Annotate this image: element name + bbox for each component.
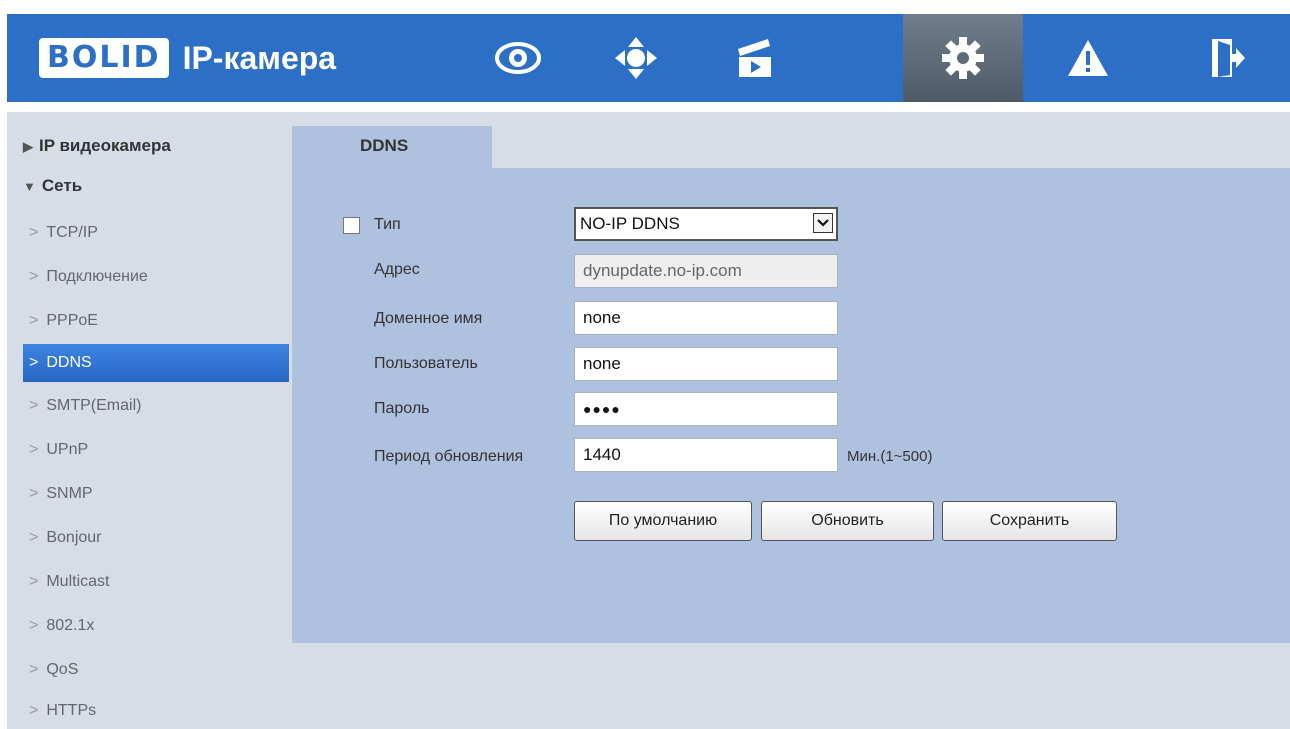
settings-tab[interactable]: [903, 14, 1023, 102]
top-header: BOLID IP-камера: [7, 14, 1290, 102]
sidebar-item-label: HTTPs: [46, 702, 97, 719]
sidebar-item-label: QoS: [46, 661, 79, 678]
chevron-right-icon: >: [29, 529, 39, 546]
sidebar-item-label: DDNS: [46, 354, 92, 371]
sidebar-item-pppoe[interactable]: > PPPoE: [23, 303, 289, 339]
tab-ddns[interactable]: DDNS: [292, 126, 492, 170]
sidebar-item-label: Multicast: [46, 573, 110, 590]
alarm-tab[interactable]: [1029, 14, 1147, 102]
settings-gear-icon: [942, 37, 984, 79]
chevron-right-icon: >: [29, 573, 39, 590]
sidebar-item-label: TCP/IP: [46, 224, 98, 241]
type-label: Тип: [374, 216, 401, 233]
domain-name-field[interactable]: none: [574, 301, 838, 335]
ptz-icon: [615, 37, 657, 79]
sidebar-item-label: Подключение: [46, 268, 148, 285]
domain-name-label: Доменное имя: [374, 310, 483, 327]
eye-icon: [495, 42, 541, 74]
sidebar-item-bonjour[interactable]: > Bonjour: [23, 520, 289, 556]
triangle-right-icon: ▶: [23, 139, 33, 154]
username-label: Пользователь: [374, 355, 478, 372]
ddns-type-select[interactable]: NO-IP DDNS: [574, 207, 838, 241]
update-period-label: Период обновления: [374, 448, 524, 465]
playback-tab[interactable]: [695, 14, 813, 102]
app-logo: BOLID IP-камера: [39, 36, 336, 80]
address-label: Адрес: [374, 261, 420, 278]
chevron-right-icon: >: [29, 661, 39, 678]
enable-ddns-checkbox[interactable]: [343, 217, 360, 234]
username-field[interactable]: none: [574, 347, 838, 381]
ptz-tab[interactable]: [577, 14, 695, 102]
sidebar: ▶ IP видеокамера ▼ Сеть > TCP/IP > Подключен…: [7, 112, 292, 729]
playback-icon: [738, 39, 771, 77]
chevron-down-icon[interactable]: [813, 213, 833, 233]
chevron-right-icon: >: [29, 441, 39, 458]
sidebar-item-https[interactable]: > HTTPs: [23, 693, 289, 729]
save-button[interactable]: Сохранить: [942, 501, 1117, 541]
chevron-right-icon: >: [29, 354, 39, 371]
sidebar-item-label: SMTP(Email): [46, 397, 142, 414]
sidebar-item-connection[interactable]: > Подключение: [23, 259, 289, 295]
logout-tab[interactable]: [1169, 14, 1287, 102]
password-field[interactable]: ●●●●: [574, 392, 838, 426]
update-period-field[interactable]: 1440: [574, 438, 838, 472]
sidebar-item-label: 802.1x: [46, 617, 95, 634]
sidebar-item-label: PPPoE: [46, 312, 98, 329]
chevron-right-icon: >: [29, 224, 39, 241]
chevron-right-icon: >: [29, 268, 39, 285]
sidebar-item-qos[interactable]: > QoS: [23, 652, 289, 688]
refresh-button[interactable]: Обновить: [761, 501, 934, 541]
chevron-right-icon: >: [29, 312, 39, 329]
sidebar-group-label: Сеть: [41, 176, 83, 195]
sidebar-group-camera[interactable]: ▶ IP видеокамера: [23, 136, 171, 156]
sidebar-item-label: SNMP: [46, 485, 93, 502]
sidebar-item-label: Bonjour: [46, 529, 102, 546]
chevron-right-icon: >: [29, 485, 39, 502]
default-button[interactable]: По умолчанию: [574, 501, 752, 541]
sidebar-item-upnp[interactable]: > UPnP: [23, 432, 289, 468]
chevron-right-icon: >: [29, 397, 39, 414]
logout-icon: [1212, 39, 1245, 77]
brand-logo: BOLID: [39, 38, 169, 78]
sidebar-group-network[interactable]: ▼ Сеть: [23, 176, 82, 196]
alarm-warning-icon: [1068, 40, 1108, 76]
app-title: IP-камера: [182, 39, 337, 76]
sidebar-item-smtp[interactable]: > SMTP(Email): [23, 388, 289, 424]
chevron-right-icon: >: [29, 702, 39, 719]
sidebar-item-multicast[interactable]: > Multicast: [23, 564, 289, 600]
triangle-down-icon: ▼: [23, 179, 36, 194]
sidebar-item-8021x[interactable]: >802.1x: [23, 608, 289, 644]
address-field: dynupdate.no-ip.com: [574, 254, 838, 288]
live-view-tab[interactable]: [459, 14, 577, 102]
chevron-right-icon: >: [29, 617, 39, 634]
password-label: Пароль: [374, 400, 430, 417]
sidebar-item-label: UPnP: [46, 441, 89, 458]
sidebar-item-ddns[interactable]: > DDNS: [23, 344, 289, 382]
sidebar-group-label: IP видеокамера: [39, 136, 171, 155]
sidebar-item-snmp[interactable]: > SNMP: [23, 476, 289, 512]
update-period-unit: Мин.(1~500): [847, 448, 933, 465]
sidebar-item-tcpip[interactable]: > TCP/IP: [23, 215, 289, 251]
ddns-type-value: NO-IP DDNS: [580, 214, 680, 233]
